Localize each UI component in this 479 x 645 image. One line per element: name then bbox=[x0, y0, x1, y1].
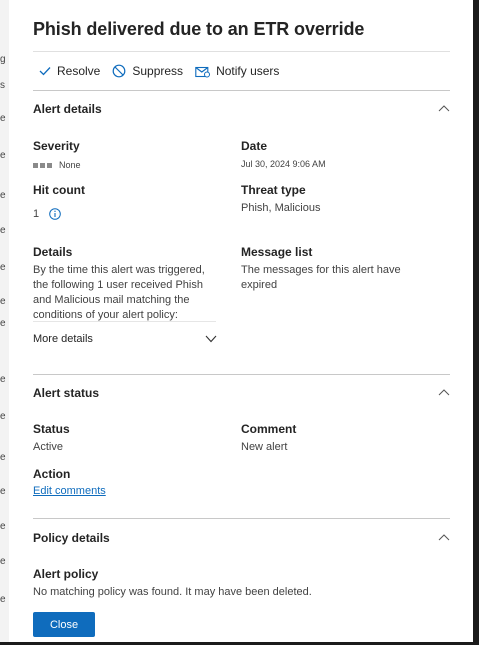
bg-letter: e bbox=[0, 452, 6, 463]
alert-policy-value: No matching policy was found. It may hav… bbox=[33, 586, 312, 598]
suppress-button[interactable]: Suppress bbox=[112, 64, 183, 78]
bg-letter: e bbox=[0, 556, 6, 567]
alert-status-heading: Alert status bbox=[33, 386, 100, 400]
close-button[interactable]: Close bbox=[33, 612, 95, 637]
resolve-label: Resolve bbox=[57, 64, 101, 78]
severity-value: None bbox=[59, 160, 81, 170]
bg-letter: e bbox=[0, 113, 6, 124]
more-details-toggle[interactable]: More details bbox=[33, 333, 217, 345]
policy-details-heading: Policy details bbox=[33, 531, 110, 545]
info-icon[interactable] bbox=[49, 208, 61, 220]
date-label: Date bbox=[241, 139, 268, 153]
status-value: Active bbox=[33, 441, 63, 453]
message-list-label: Message list bbox=[241, 245, 313, 259]
more-details-label: More details bbox=[33, 333, 93, 345]
details-label: Details bbox=[33, 245, 73, 259]
action-label: Action bbox=[33, 467, 71, 481]
alert-flyout-panel: Phish delivered due to an ETR override R… bbox=[9, 0, 473, 642]
hit-count-value: 1 bbox=[33, 208, 40, 220]
toolbar-divider bbox=[33, 90, 450, 91]
details-fade-divider bbox=[33, 321, 216, 322]
chevron-up-icon[interactable] bbox=[438, 388, 450, 396]
bg-letter: e bbox=[0, 486, 6, 497]
notify-users-button[interactable]: Notify users bbox=[195, 64, 279, 78]
message-list-text: The messages for this alert have expired bbox=[241, 264, 401, 291]
threat-type-value: Phish, Malicious bbox=[241, 202, 321, 214]
date-value: Jul 30, 2024 9:06 AM bbox=[241, 159, 326, 169]
panel-title: Phish delivered due to an ETR override bbox=[33, 19, 365, 39]
bg-letter: s bbox=[0, 80, 5, 91]
threat-type-label: Threat type bbox=[241, 183, 306, 197]
severity-bar bbox=[33, 162, 38, 168]
checkmark-icon bbox=[39, 67, 51, 76]
comment-label: Comment bbox=[241, 422, 297, 436]
bg-letter: e bbox=[0, 225, 6, 236]
command-bar: Resolve Suppress Notify users bbox=[39, 62, 291, 80]
mail-notify-icon bbox=[195, 66, 211, 77]
bg-letter: e bbox=[0, 521, 6, 532]
bg-letter: e bbox=[0, 262, 6, 273]
comment-value: New alert bbox=[241, 441, 288, 453]
background-app-strip: g s e e e e e e e e e e e e e e bbox=[0, 0, 9, 645]
severity-indicator: None bbox=[33, 160, 81, 170]
hit-count-label: Hit count bbox=[33, 183, 85, 197]
bg-letter: e bbox=[0, 296, 6, 307]
details-text: By the time this alert was triggered, th… bbox=[33, 264, 205, 321]
edit-comments-link[interactable]: Edit comments bbox=[33, 485, 106, 497]
severity-bar bbox=[40, 162, 45, 168]
bg-letter: g bbox=[0, 54, 6, 65]
window-edge bbox=[473, 0, 479, 645]
alert-details-heading: Alert details bbox=[33, 102, 102, 116]
resolve-button[interactable]: Resolve bbox=[39, 64, 100, 78]
bg-letter: e bbox=[0, 374, 6, 385]
chevron-up-icon[interactable] bbox=[438, 533, 450, 541]
alert-policy-label: Alert policy bbox=[33, 567, 99, 581]
status-label: Status bbox=[33, 422, 70, 436]
bg-letter: e bbox=[0, 318, 6, 329]
section-divider bbox=[33, 518, 450, 519]
bg-letter: e bbox=[0, 594, 6, 605]
chevron-down-icon bbox=[205, 335, 217, 343]
bg-letter: e bbox=[0, 150, 6, 161]
title-divider bbox=[33, 51, 450, 52]
severity-label: Severity bbox=[33, 139, 80, 153]
chevron-up-icon[interactable] bbox=[438, 104, 450, 112]
bg-letter: e bbox=[0, 190, 6, 201]
notify-users-label: Notify users bbox=[216, 64, 280, 78]
section-divider bbox=[33, 374, 450, 375]
severity-bar bbox=[47, 162, 52, 168]
block-icon bbox=[112, 64, 126, 78]
bg-letter: e bbox=[0, 411, 6, 422]
suppress-label: Suppress bbox=[132, 64, 184, 78]
